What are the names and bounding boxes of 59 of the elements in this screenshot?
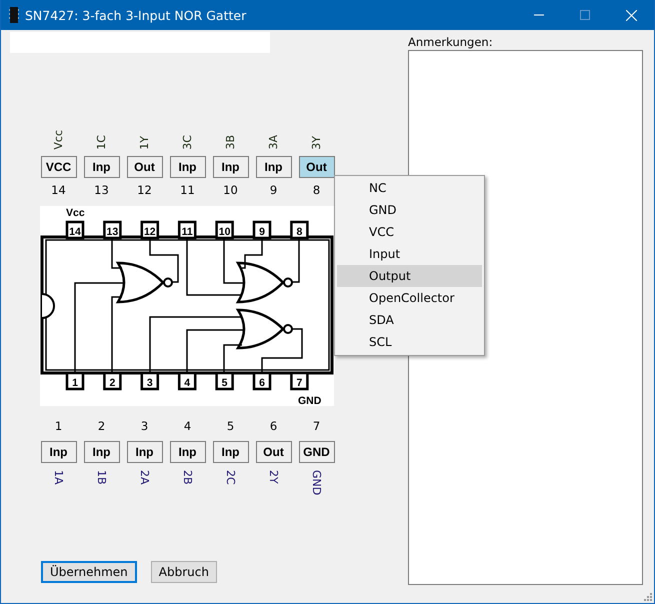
close-icon[interactable]: [626, 10, 637, 20]
notes-label: Anmerkungen:: [408, 35, 494, 50]
pin-number: 12: [137, 183, 152, 199]
pin-signal-label: 1C: [96, 135, 107, 150]
pin-number: 7: [312, 419, 320, 435]
pin-number: 14: [51, 183, 66, 199]
menu-item[interactable]: Output: [337, 265, 482, 287]
pin-type-button[interactable]: Out: [298, 156, 334, 178]
pin-type-button[interactable]: Inp: [170, 156, 206, 178]
pin-number: 11: [180, 183, 195, 199]
pin-signal-label: GND: [311, 470, 322, 496]
pin-signal-label: 3A: [268, 135, 279, 150]
cancel-button[interactable]: Abbruch: [150, 561, 217, 583]
pin-number: 1: [54, 419, 62, 435]
pin-type-button[interactable]: Inp: [212, 156, 248, 178]
pin-signal-label: 3C: [182, 135, 193, 150]
menu-item[interactable]: OpenCollector: [337, 287, 482, 309]
pin-number: 8: [312, 183, 320, 199]
pin-type-button[interactable]: Inp: [40, 441, 76, 463]
pin-number: 10: [223, 183, 238, 199]
pin-type-button[interactable]: Inp: [84, 156, 120, 178]
pin-signal-label: 3B: [225, 135, 236, 150]
pin-number: 6: [270, 419, 278, 435]
pin-signal-label: 3Y: [311, 136, 322, 150]
apply-button[interactable]: Übernehmen: [41, 561, 137, 583]
menu-item[interactable]: VCC: [337, 221, 482, 243]
pin-signal-label: 1Y: [139, 136, 150, 150]
resize-grip-icon[interactable]: [644, 593, 652, 601]
pin-number: 5: [226, 419, 234, 435]
menu-item[interactable]: NC: [337, 177, 482, 199]
pin-signal-label: Vcc: [53, 130, 64, 150]
maximize-icon[interactable]: [580, 10, 590, 20]
pin-number: 4: [184, 419, 192, 435]
pin-type-button[interactable]: Inp: [256, 156, 292, 178]
pin-signal-label: 1B: [96, 470, 107, 485]
pin-type-button[interactable]: Inp: [126, 441, 162, 463]
pin-type-button[interactable]: Out: [256, 441, 292, 463]
menu-item[interactable]: GND: [337, 199, 482, 221]
pin-signal-label: 2A: [139, 470, 150, 485]
window-title: SN7427: 3-fach 3-Input NOR Gatter: [25, 8, 246, 22]
pin-signal-label: 2B: [182, 470, 193, 485]
pin-number: 2: [98, 419, 106, 435]
pin-signal-label: 2C: [225, 470, 236, 485]
pin-type-button[interactable]: Out: [126, 156, 162, 178]
pin-number: 13: [94, 183, 109, 199]
pin-number: 9: [270, 183, 278, 199]
pin-type-button[interactable]: Inp: [84, 441, 120, 463]
pin-signal-label: 2Y: [268, 470, 279, 484]
ic-pinout-drawing: 14 13 12 11 10 9 8 1 2 3 4 5 6 7 Vcc GND: [40, 206, 334, 406]
pin-signal-label: 1A: [53, 470, 64, 485]
pin-type-button[interactable]: GND: [298, 441, 334, 463]
menu-item[interactable]: SDA: [337, 309, 482, 331]
menu-item[interactable]: SCL: [337, 331, 482, 353]
pin-type-button[interactable]: Inp: [212, 441, 248, 463]
chip-icon: [9, 7, 19, 23]
menu-item[interactable]: Input: [337, 243, 482, 265]
pin-type-button[interactable]: Inp: [170, 441, 206, 463]
pin-number: 3: [140, 419, 148, 435]
pin-type-button[interactable]: VCC: [40, 156, 76, 178]
